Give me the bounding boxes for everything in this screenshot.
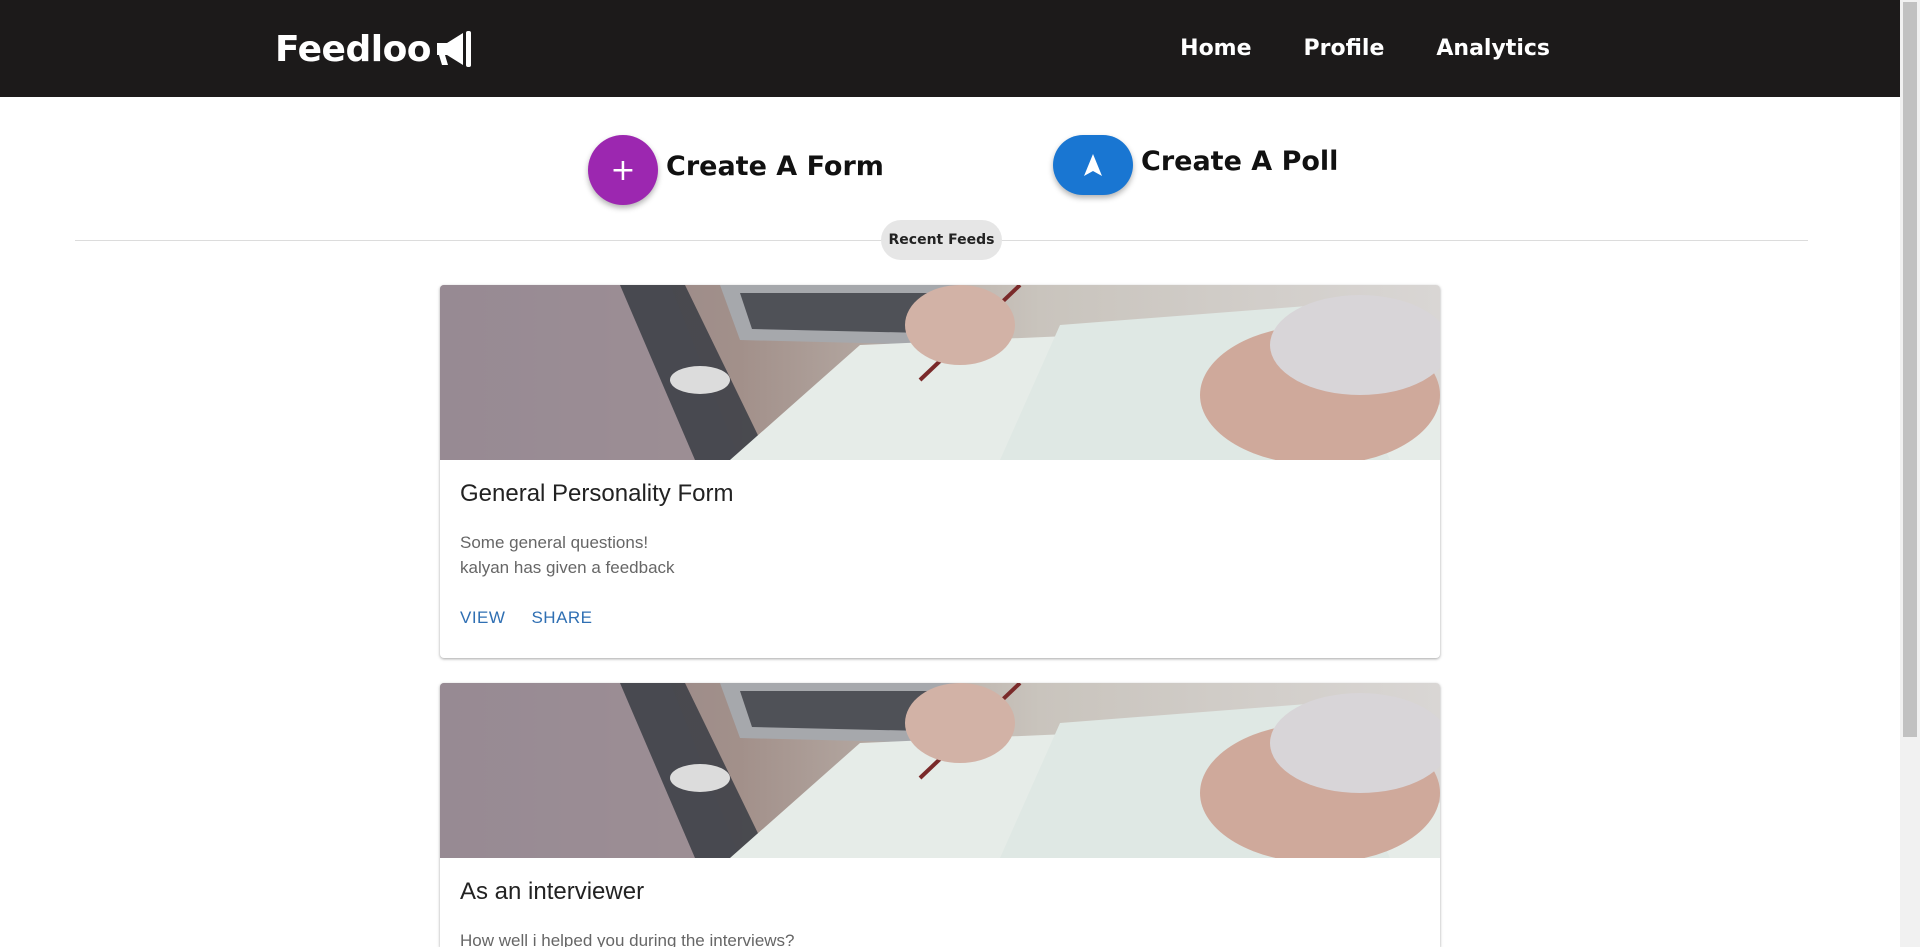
create-poll-action[interactable]: Create A Poll [1053, 135, 1338, 195]
card-description: Some general questions! [460, 533, 649, 552]
megaphone-icon [437, 31, 472, 67]
brand-logo[interactable]: Feedloo [275, 24, 477, 74]
create-form-button[interactable]: + [588, 135, 658, 205]
card-image [440, 285, 1440, 460]
view-button[interactable]: VIEW [452, 600, 513, 636]
recent-feeds-chip: Recent Feeds [881, 220, 1002, 260]
card-body: As an interviewer How well i helped you … [440, 858, 1440, 947]
card-title: General Personality Form [460, 480, 734, 507]
top-navbar: Feedloo Home Profile Analytics [0, 0, 1900, 97]
brand-name: Feedloo [275, 28, 432, 70]
card-image [440, 683, 1440, 858]
card-body: General Personality Form Some general qu… [440, 460, 1440, 580]
plus-icon: + [610, 152, 636, 188]
card-title: As an interviewer [460, 878, 645, 905]
nav-analytics-link[interactable]: Analytics [1436, 36, 1550, 61]
scrollbar-thumb[interactable] [1903, 2, 1917, 737]
feed-card: As an interviewer How well i helped you … [440, 683, 1440, 947]
share-button[interactable]: SHARE [523, 600, 600, 636]
nav-profile-link[interactable]: Profile [1304, 36, 1385, 61]
create-poll-label[interactable]: Create A Poll [1141, 146, 1338, 177]
create-poll-button[interactable] [1053, 135, 1133, 195]
page-scrollbar[interactable] [1900, 0, 1920, 947]
card-actions: VIEW SHARE [440, 580, 1440, 658]
create-form-label[interactable]: Create A Form [666, 151, 884, 182]
create-actions: + Create A Form Create A Poll [0, 133, 1900, 213]
card-feedback-note: kalyan has given a feedback [460, 558, 675, 577]
nav-links: Home Profile Analytics [1180, 0, 1550, 97]
feed-card: General Personality Form Some general qu… [440, 285, 1440, 658]
nav-home-link[interactable]: Home [1180, 36, 1251, 61]
create-form-action[interactable]: + Create A Form [588, 135, 884, 205]
navigation-arrow-icon [1084, 154, 1102, 176]
card-description: How well i helped you during the intervi… [460, 931, 795, 947]
